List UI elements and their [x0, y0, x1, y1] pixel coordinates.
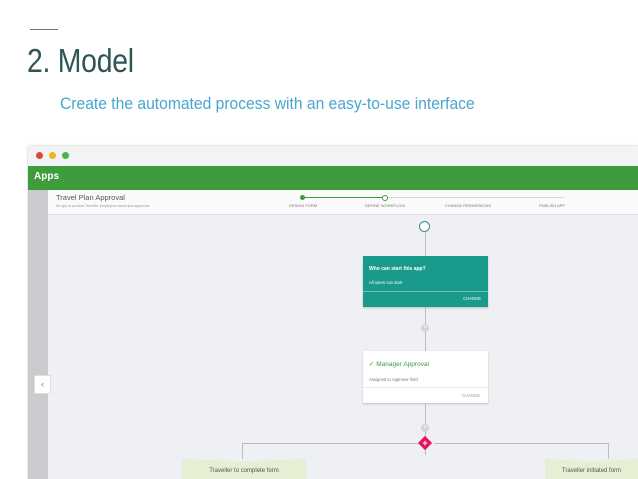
- start-card-subtitle: All users can start: [369, 280, 403, 285]
- app-window: Apps Travel Plan Approval An app to proc…: [28, 146, 638, 479]
- app-title[interactable]: Apps: [34, 171, 59, 182]
- process-description: An app to process Traveller Employees tr…: [56, 204, 150, 208]
- slide-divider: [30, 29, 58, 30]
- back-button[interactable]: ‹: [34, 375, 51, 394]
- branch-connector: [242, 443, 243, 459]
- process-name: Travel Plan Approval: [56, 193, 125, 202]
- left-gutter: [28, 190, 48, 479]
- slide-title: 2. Model: [27, 42, 134, 79]
- workflow-canvas: Who can start this app? All users can st…: [48, 214, 638, 479]
- branch-card-initiated-form[interactable]: Traveller initiated form: [545, 459, 638, 479]
- step-define-workflow-dot: [382, 195, 388, 201]
- branch-connector: [608, 443, 609, 459]
- close-window-button[interactable]: [36, 152, 43, 159]
- connector: [425, 232, 426, 256]
- window-titlebar: [28, 146, 638, 166]
- card-divider: [363, 291, 488, 292]
- app-bar: Apps: [28, 166, 638, 190]
- branch-label: Traveller to complete form: [209, 468, 279, 474]
- start-card-title: Who can start this app?: [369, 266, 426, 272]
- manager-approval-card[interactable]: ✓ Manager Approval Assigned to Approver …: [363, 351, 488, 403]
- plus-icon: +: [422, 438, 428, 448]
- step-change-permissions[interactable]: CHANGE PERMISSIONS: [445, 203, 491, 208]
- step-design-form-dot: [300, 195, 305, 200]
- add-step-button[interactable]: +: [421, 324, 429, 332]
- step-publish-app[interactable]: PUBLISH APP: [539, 203, 565, 208]
- start-permissions-card[interactable]: Who can start this app? All users can st…: [363, 256, 488, 307]
- approval-card-title: ✓ Manager Approval: [369, 361, 430, 368]
- branch-label: Traveller initiated form: [561, 468, 622, 474]
- branch-card-complete-form[interactable]: Traveller to complete form: [182, 459, 306, 479]
- branch-connector: [242, 443, 418, 444]
- step-define-workflow[interactable]: DEFINE WORKFLOW: [365, 203, 405, 208]
- card-divider: [363, 387, 488, 388]
- chevron-left-icon: ‹: [41, 379, 44, 389]
- minimize-window-button[interactable]: [49, 152, 56, 159]
- approval-card-change-button[interactable]: CHANGE: [462, 393, 480, 398]
- step-design-form[interactable]: DESIGN FORM: [289, 203, 317, 208]
- approval-card-subtitle: Assigned to Approver field: [369, 377, 418, 382]
- start-event[interactable]: [419, 221, 430, 232]
- maximize-window-button[interactable]: [62, 152, 69, 159]
- process-header: Travel Plan Approval An app to process T…: [48, 190, 638, 215]
- stepper-progress-line: [302, 197, 384, 198]
- start-card-change-button[interactable]: CHANGE: [463, 296, 481, 301]
- branch-connector: [434, 443, 608, 444]
- slide-subtitle: Create the automated process with an eas…: [60, 94, 475, 113]
- add-step-button[interactable]: +: [421, 424, 429, 432]
- stepper-track-line: [384, 197, 564, 198]
